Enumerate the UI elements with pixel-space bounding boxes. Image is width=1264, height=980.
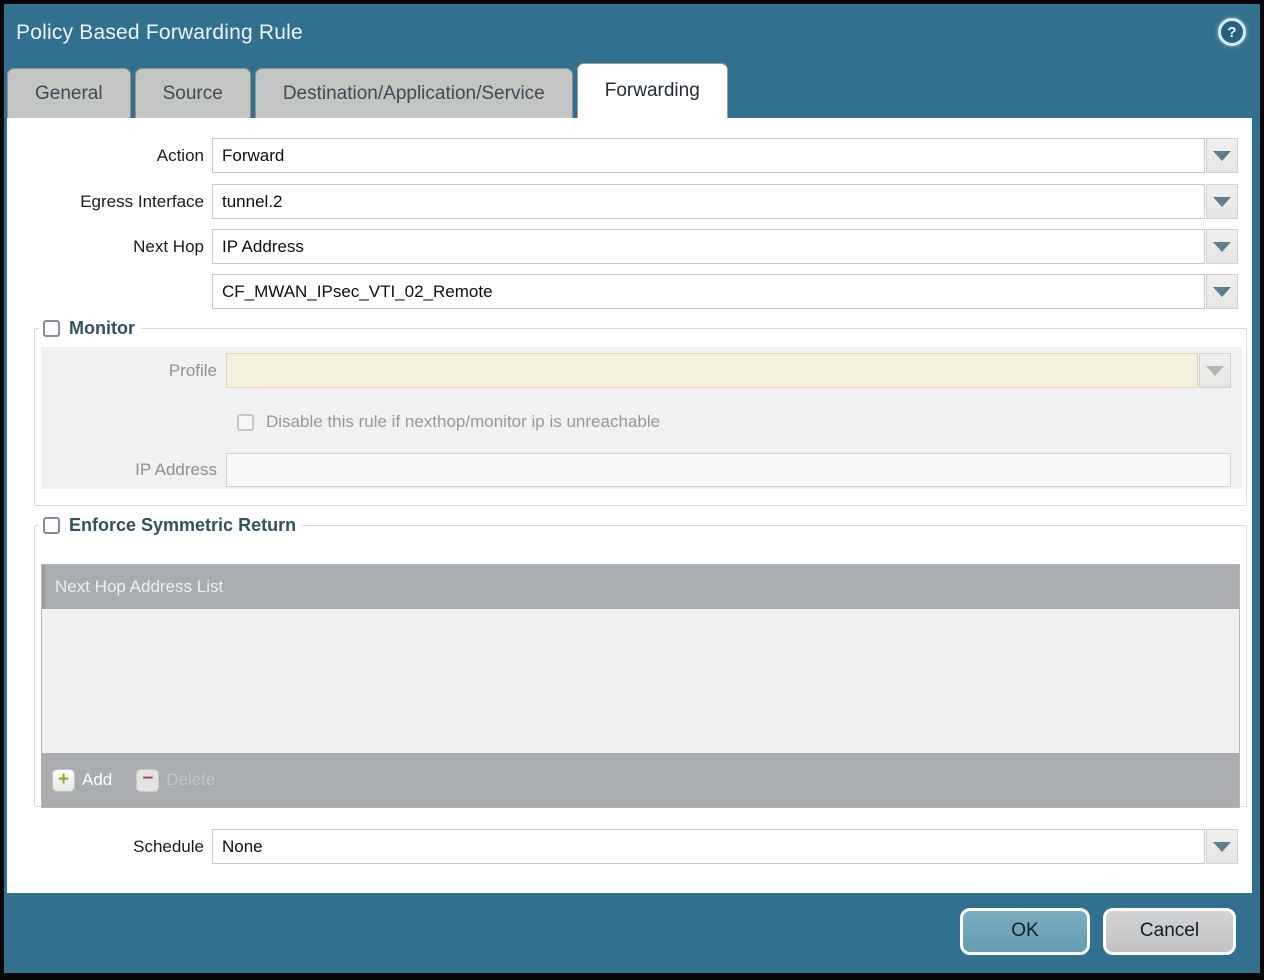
schedule-value: None	[222, 837, 263, 857]
monitor-disable-rule-row: Disable this rule if nexthop/monitor ip …	[41, 410, 1242, 434]
next-hop-address-combo: CF_MWAN_IPsec_VTI_02_Remote	[212, 274, 1238, 309]
schedule-label: Schedule	[7, 837, 212, 857]
minus-icon: −	[136, 769, 159, 792]
monitor-profile-row: Profile	[41, 353, 1242, 388]
next-hop-dropdown-button[interactable]	[1206, 229, 1238, 264]
schedule-row: Schedule None	[7, 829, 1238, 864]
enforce-symmetric-return-legend-label: Enforce Symmetric Return	[69, 515, 296, 536]
chevron-down-icon	[1213, 242, 1231, 252]
add-button-label: Add	[82, 770, 112, 790]
chevron-down-icon	[1213, 151, 1231, 161]
chevron-down-icon	[1213, 197, 1231, 207]
next-hop-address-list-header-label: Next Hop Address List	[55, 577, 223, 597]
next-hop-address-list-toolbar: + Add − Delete	[42, 753, 1239, 807]
action-value: Forward	[222, 146, 284, 166]
action-select[interactable]: Forward	[212, 138, 1205, 173]
monitor-legend-label: Monitor	[69, 318, 135, 339]
delete-button: − Delete	[136, 769, 215, 792]
next-hop-type-select[interactable]: IP Address	[212, 229, 1205, 264]
chevron-down-icon	[1213, 287, 1231, 297]
next-hop-address-list-table: Next Hop Address List + Add − Delete	[41, 564, 1240, 808]
next-hop-address-dropdown-button[interactable]	[1206, 274, 1238, 309]
next-hop-address-value: CF_MWAN_IPsec_VTI_02_Remote	[222, 282, 493, 302]
monitor-profile-label: Profile	[41, 361, 226, 381]
enforce-symmetric-return-fieldset: Enforce Symmetric Return Next Hop Addres…	[34, 515, 1247, 807]
egress-interface-value: tunnel.2	[222, 192, 283, 212]
next-hop-row: Next Hop IP Address	[7, 229, 1238, 264]
plus-icon: +	[52, 769, 75, 792]
schedule-select[interactable]: None	[212, 829, 1205, 864]
monitor-panel: Profile Disable this rule if nexthop/mon…	[41, 347, 1242, 489]
egress-interface-select[interactable]: tunnel.2	[212, 184, 1205, 219]
action-combo: Forward	[212, 138, 1238, 173]
egress-interface-dropdown-button[interactable]	[1206, 184, 1238, 219]
add-button[interactable]: + Add	[52, 769, 112, 792]
monitor-ip-address-input	[226, 453, 1231, 487]
title-bar: Policy Based Forwarding Rule ?	[4, 4, 1260, 62]
enforce-symmetric-return-legend: Enforce Symmetric Return	[39, 515, 302, 536]
ok-button[interactable]: OK	[960, 908, 1090, 955]
monitor-fieldset: Monitor Profile Disable this rule if nex…	[34, 318, 1247, 506]
enforce-symmetric-return-checkbox[interactable]	[43, 517, 60, 534]
egress-interface-row: Egress Interface tunnel.2	[7, 184, 1238, 219]
chevron-down-icon	[1206, 366, 1224, 376]
disable-rule-label: Disable this rule if nexthop/monitor ip …	[266, 412, 660, 432]
action-row: Action Forward	[7, 138, 1238, 173]
next-hop-label: Next Hop	[7, 237, 212, 257]
tab-destination-application-service[interactable]: Destination/Application/Service	[255, 68, 573, 118]
monitor-ip-address-row: IP Address	[41, 452, 1242, 487]
monitor-checkbox[interactable]	[43, 320, 60, 337]
next-hop-address-list-header: Next Hop Address List	[42, 565, 1239, 609]
chevron-down-icon	[1213, 842, 1231, 852]
tab-forwarding[interactable]: Forwarding	[577, 63, 728, 118]
cancel-button[interactable]: Cancel	[1103, 908, 1236, 955]
delete-button-label: Delete	[166, 770, 215, 790]
action-label: Action	[7, 146, 212, 166]
help-icon[interactable]: ?	[1218, 18, 1246, 46]
tab-source[interactable]: Source	[135, 68, 251, 118]
monitor-ip-address-label: IP Address	[41, 460, 226, 480]
dialog-title: Policy Based Forwarding Rule	[16, 21, 303, 45]
monitor-profile-dropdown-button	[1199, 353, 1231, 388]
disable-rule-checkbox	[237, 414, 254, 431]
policy-based-forwarding-dialog: Policy Based Forwarding Rule ? General S…	[0, 0, 1264, 980]
next-hop-combo: IP Address	[212, 229, 1238, 264]
schedule-dropdown-button[interactable]	[1206, 829, 1238, 864]
schedule-combo: None	[212, 829, 1238, 864]
action-dropdown-button[interactable]	[1206, 138, 1238, 173]
tab-bar: General Source Destination/Application/S…	[7, 62, 1246, 118]
monitor-profile-select	[226, 353, 1198, 388]
dialog-button-bar: OK Cancel	[4, 889, 1260, 973]
tab-general[interactable]: General	[7, 68, 131, 118]
next-hop-address-row: CF_MWAN_IPsec_VTI_02_Remote	[7, 274, 1238, 309]
next-hop-type-value: IP Address	[222, 237, 304, 257]
egress-interface-combo: tunnel.2	[212, 184, 1238, 219]
egress-interface-label: Egress Interface	[7, 192, 212, 212]
forwarding-tab-panel: Action Forward Egress Interface tunnel.2	[7, 118, 1252, 893]
monitor-legend: Monitor	[39, 318, 141, 339]
next-hop-address-select[interactable]: CF_MWAN_IPsec_VTI_02_Remote	[212, 274, 1205, 309]
next-hop-address-list-body[interactable]	[42, 609, 1239, 753]
